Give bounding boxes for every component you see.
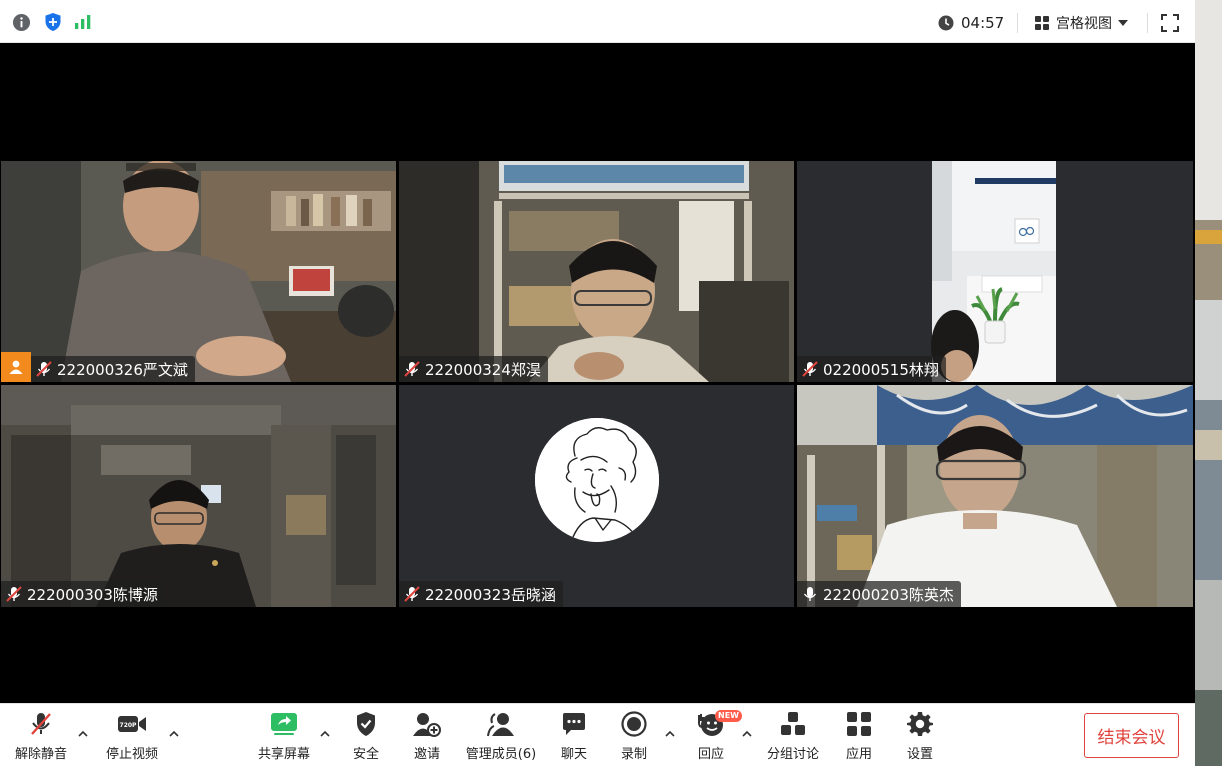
- apps-button[interactable]: 应用: [837, 710, 881, 762]
- mic-muted-icon: [36, 361, 52, 377]
- video-frame: [399, 161, 794, 382]
- participant-name: 222000323岳晓涵: [425, 585, 556, 604]
- settings-label: 设置: [906, 747, 933, 762]
- chat-button[interactable]: 聊天: [552, 710, 596, 762]
- invite-label: 邀请: [413, 747, 440, 762]
- apps-icon: [847, 712, 871, 736]
- video-tile-5[interactable]: 222000323岳晓涵: [399, 385, 794, 607]
- participant-name: 222000324郑淏: [425, 360, 541, 379]
- video-tile-4[interactable]: 222000303陈博源: [1, 385, 396, 607]
- video-tile-3[interactable]: 022000515林翔: [797, 161, 1193, 382]
- participant-nameplate: 222000323岳晓涵: [399, 581, 563, 607]
- invite-button[interactable]: 邀请: [405, 710, 449, 762]
- participant-nameplate: 222000324郑淏: [399, 356, 548, 382]
- mic-muted-icon: [404, 361, 420, 377]
- view-mode-label: 宫格视图: [1056, 16, 1112, 32]
- video-tile-1[interactable]: 222000326严文斌: [1, 161, 396, 382]
- video-frame: [1, 161, 396, 382]
- participant-name: 222000203陈英杰: [823, 585, 954, 604]
- participant-nameplate: 022000515林翔: [797, 356, 946, 382]
- clock-icon: [938, 15, 954, 31]
- meeting-timer: 04:57: [938, 12, 1004, 34]
- apps-label: 应用: [845, 747, 872, 762]
- desktop-background-strip: [1195, 0, 1222, 766]
- record-options-caret[interactable]: [664, 728, 676, 740]
- breakout-rooms-button[interactable]: 分组讨论: [762, 710, 824, 762]
- breakout-icon: [781, 712, 805, 735]
- manage-members-label: 管理成员(6): [465, 747, 537, 762]
- new-badge: NEW: [715, 710, 742, 722]
- top-bar: 04:57 宫格视图: [0, 0, 1195, 43]
- breakout-label: 分组讨论: [766, 747, 819, 762]
- members-icon: [487, 713, 514, 737]
- shield-check-icon: [357, 712, 375, 736]
- add-person-icon: [413, 713, 441, 737]
- video-tile-2[interactable]: 222000324郑淏: [399, 161, 794, 382]
- mic-muted-icon: [31, 713, 51, 735]
- end-meeting-button[interactable]: 结束会议: [1084, 713, 1179, 758]
- participant-nameplate: 222000303陈博源: [1, 581, 165, 607]
- stop-video-label: 停止视频: [105, 747, 158, 762]
- camera-icon: 720P: [118, 716, 146, 732]
- stop-video-button[interactable]: 720P 停止视频: [103, 710, 161, 762]
- share-options-caret[interactable]: [319, 728, 331, 740]
- reactions-label: 回应: [697, 747, 724, 762]
- share-screen-icon: [271, 713, 297, 735]
- share-screen-button[interactable]: 共享屏幕: [254, 710, 314, 762]
- record-button[interactable]: 录制: [612, 710, 656, 762]
- avatar-drawing: [535, 418, 659, 542]
- view-mode-dropdown[interactable]: 宫格视图: [1034, 12, 1128, 34]
- mic-icon: [803, 587, 817, 601]
- divider: [1017, 13, 1018, 33]
- info-icon[interactable]: [11, 12, 31, 32]
- participant-name: 222000303陈博源: [27, 585, 158, 604]
- gear-icon: [907, 712, 933, 736]
- unmute-options-caret[interactable]: [77, 728, 89, 740]
- chat-label: 聊天: [560, 747, 587, 762]
- manage-members-button[interactable]: 管理成员(6): [462, 710, 540, 762]
- host-badge: [1, 352, 31, 382]
- reactions-options-caret[interactable]: [741, 728, 753, 740]
- security-button[interactable]: 安全: [344, 710, 388, 762]
- settings-button[interactable]: 设置: [898, 710, 942, 762]
- mic-muted-icon: [404, 586, 420, 602]
- video-frame: [797, 385, 1193, 607]
- unmute-button[interactable]: 解除静音: [12, 710, 70, 762]
- caret-down-icon: [1118, 20, 1128, 26]
- unmute-label: 解除静音: [14, 747, 67, 762]
- timer-text: 04:57: [961, 14, 1005, 32]
- video-tile-6[interactable]: 222000203陈英杰: [797, 385, 1193, 607]
- participant-name: 222000326严文斌: [57, 360, 188, 379]
- video-grid: 222000326严文斌 222000324郑淏 022000515林翔 222…: [0, 43, 1195, 703]
- record-icon: [621, 711, 647, 737]
- fullscreen-icon[interactable]: [1160, 13, 1180, 33]
- video-options-caret[interactable]: [168, 728, 180, 740]
- video-frame: [1, 385, 396, 607]
- signal-icon[interactable]: [73, 12, 93, 32]
- participant-nameplate: 222000203陈英杰: [797, 581, 961, 607]
- mic-muted-icon: [802, 361, 818, 377]
- video-frame: [797, 161, 1193, 382]
- chat-icon: [563, 713, 585, 735]
- video-quality-badge: 720P: [120, 722, 138, 729]
- grid-view-icon: [1035, 16, 1049, 30]
- mic-muted-icon: [6, 586, 22, 602]
- security-label: 安全: [352, 747, 379, 762]
- shield-icon[interactable]: [43, 12, 63, 32]
- share-screen-label: 共享屏幕: [257, 747, 310, 762]
- host-person-icon: [9, 360, 23, 374]
- record-label: 录制: [620, 747, 647, 762]
- meeting-window: 04:57 宫格视图 222000326严文斌 222000324郑淏 0220…: [0, 0, 1222, 766]
- participant-nameplate: 222000326严文斌: [31, 356, 195, 382]
- participant-name: 022000515林翔: [823, 360, 939, 379]
- divider: [1147, 13, 1148, 33]
- bottom-toolbar: 解除静音 720P 停止视频 共享屏幕 安全 邀请 管理成员(6) 聊天 录制 …: [0, 703, 1195, 766]
- participant-avatar: [535, 418, 659, 542]
